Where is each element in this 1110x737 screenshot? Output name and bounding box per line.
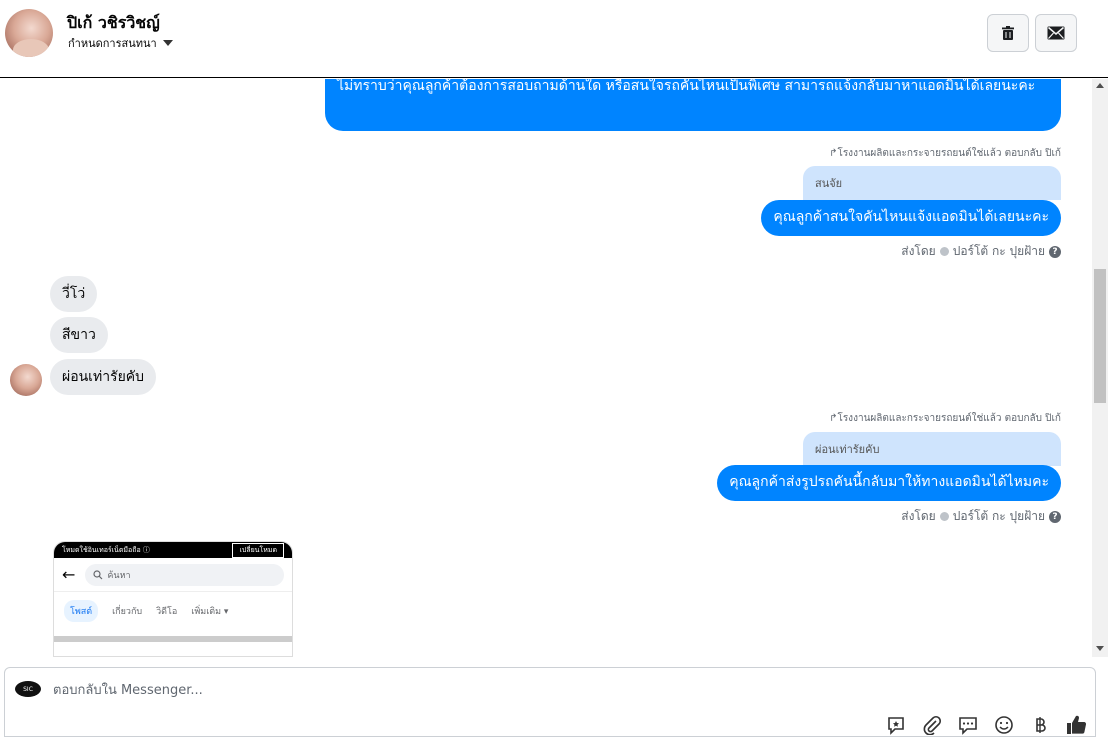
message-outgoing[interactable]: คุณลูกค้าส่งรูปรถคันนี้กลับมาให้ทางแอดมิ… (717, 465, 1061, 501)
sender-status-icon (939, 512, 949, 521)
help-icon[interactable]: ? (1049, 245, 1061, 258)
sent-by: ส่งโดย ปอร์โต้ กะ ปุยฝ้าย ? (901, 507, 1061, 526)
avatar[interactable] (5, 9, 53, 57)
reply-input[interactable] (53, 680, 853, 700)
scroll-down-icon[interactable] (1096, 646, 1104, 651)
emoji-icon[interactable] (993, 714, 1015, 736)
sent-by: ส่งโดย ปอร์โต้ กะ ปุยฝ้าย ? (901, 242, 1061, 261)
attachment-search-placeholder: ค้นหา (107, 570, 131, 581)
scroll-up-icon[interactable] (1096, 83, 1104, 88)
search-icon (93, 569, 103, 579)
attachment-tabs: โพสต์ เกี่ยวกับ วิดีโอ เพิ่มเติม ▾ (54, 592, 292, 630)
assign-label: กำหนดการสนทนา (68, 37, 157, 50)
chat-icon[interactable] (957, 714, 979, 736)
quoted-message: สนจัย (803, 166, 1061, 200)
sent-by-label: ส่งโดย (901, 244, 936, 258)
composer-toolbar (885, 714, 1087, 736)
attachment-divider (54, 636, 292, 642)
reply-meta: ↱โรงงานผลิตและกระจายรถยนต์ใช่แล้ว ตอบกลั… (829, 413, 1061, 424)
contact-avatar[interactable] (10, 364, 42, 396)
conversation-header: ปิเก้ วชิรวิชญ์ กำหนดการสนทนา (0, 0, 1108, 78)
sent-by-label: ส่งโดย (901, 509, 936, 523)
mail-icon (1047, 26, 1065, 40)
attachment-tab: เพิ่มเติม ▾ (191, 607, 229, 617)
scrollbar-thumb[interactable] (1094, 269, 1106, 403)
attachment-tab-label: เพิ่มเติม (191, 607, 222, 617)
attachment-search-box: ค้นหา (85, 563, 284, 586)
attachment-search-row: ← ค้นหา (54, 558, 292, 592)
message-outgoing[interactable]: คุณลูกค้าสนใจคันไหนแจ้งแอดมินได้เลยนะคะ (761, 200, 1061, 236)
attachment-tab: โพสต์ (64, 600, 99, 622)
attachment-mode-text: โหมดใช้อินเทอร์เน็ตมือถือ ⓘ (62, 545, 150, 554)
attachment-tab: วิดีโอ (156, 607, 178, 617)
scrollbar[interactable] (1092, 79, 1108, 657)
message-incoming[interactable]: สีขาว (50, 317, 108, 353)
attachment-mode-button: เปลี่ยนโหมด (232, 542, 284, 558)
image-attachment[interactable]: โหมดใช้อินเทอร์เน็ตมือถือ ⓘ เปลี่ยนโหมด … (53, 541, 293, 657)
attachment-topbar: โหมดใช้อินเทอร์เน็ตมือถือ ⓘ เปลี่ยนโหมด (54, 542, 292, 558)
quoted-message: ผ่อนเท่ารัยคับ (803, 432, 1061, 466)
baht-icon[interactable] (1029, 714, 1051, 736)
message-incoming[interactable]: วี่โว่ (50, 276, 98, 312)
messenger-window: ปิเก้ วชิรวิชญ์ กำหนดการสนทนา ไม่ทราบว่า… (0, 0, 1110, 737)
caret-down-icon (162, 40, 173, 46)
attachment-icon[interactable] (921, 714, 943, 736)
saved-reply-icon[interactable] (885, 714, 907, 736)
help-icon[interactable]: ? (1049, 510, 1061, 523)
like-icon[interactable] (1065, 714, 1087, 736)
attachment-tab: เกี่ยวกับ (112, 607, 143, 617)
back-arrow-icon: ← (62, 565, 76, 584)
conversation-thread[interactable]: ไม่ทราบว่าคุณลูกค้าต้องการสอบถามด้านใด ห… (0, 79, 1092, 657)
trash-icon (1002, 26, 1014, 40)
message-incoming[interactable]: ผ่อนเท่ารัยคับ (50, 359, 157, 395)
delete-button[interactable] (987, 14, 1029, 52)
contact-name[interactable]: ปิเก้ วชิรวิชญ์ (67, 11, 160, 36)
page-avatar: SIC (15, 681, 41, 697)
mark-unread-button[interactable] (1035, 14, 1077, 52)
message-outgoing[interactable]: ไม่ทราบว่าคุณลูกค้าต้องการสอบถามด้านใด ห… (325, 79, 1061, 131)
reply-meta: ↱โรงงานผลิตและกระจายรถยนต์ใช่แล้ว ตอบกลั… (829, 148, 1061, 159)
sender-status-icon (939, 247, 949, 256)
assign-conversation-dropdown[interactable]: กำหนดการสนทนา (68, 34, 173, 52)
reply-composer: SIC (4, 667, 1096, 737)
sender-name[interactable]: ปอร์โต้ กะ ปุยฝ้าย (953, 242, 1045, 261)
sender-name[interactable]: ปอร์โต้ กะ ปุยฝ้าย (953, 507, 1045, 526)
